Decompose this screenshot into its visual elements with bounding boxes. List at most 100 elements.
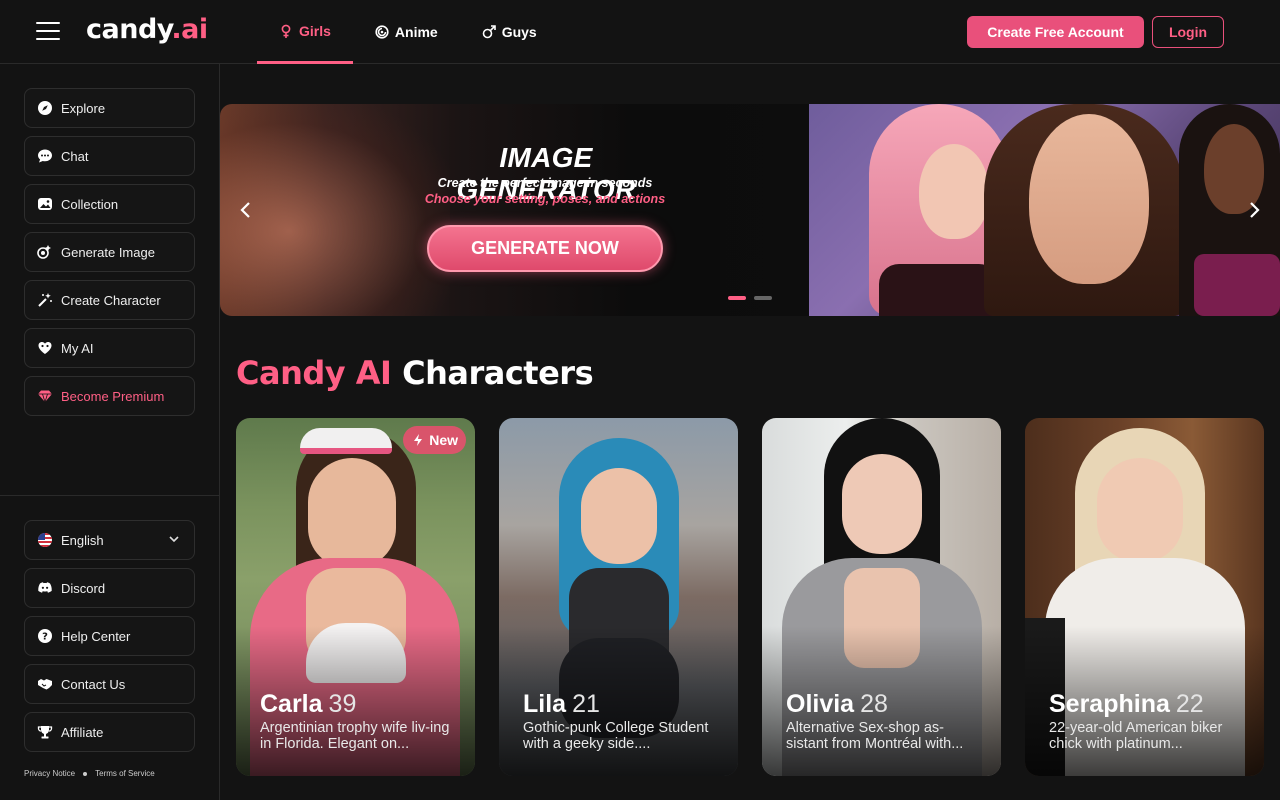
sidebar-item-label: Affiliate — [61, 724, 104, 740]
chevron-left-icon[interactable] — [234, 198, 258, 222]
chat-icon — [37, 148, 53, 164]
character-name-text: Lila — [523, 690, 567, 718]
us-flag-icon — [37, 532, 53, 548]
character-card[interactable]: Seraphina 22 22-year-old American biker c… — [1025, 418, 1264, 776]
sidebar-item-become-premium[interactable]: Become Premium — [24, 376, 195, 416]
character-description: Argentinian trophy wife liv-ing in Flori… — [260, 720, 450, 752]
male-icon — [482, 25, 496, 39]
sidebar-item-label: Become Premium — [61, 388, 165, 404]
banner-figure — [1194, 254, 1280, 316]
banner-subtitle: Create the perfect image in seconds — [437, 176, 653, 190]
chevron-right-icon[interactable] — [1242, 198, 1266, 222]
sidebar-item-label: Contact Us — [61, 676, 126, 692]
sidebar-divider — [0, 495, 219, 496]
character-card[interactable]: New Carla 39 Argentinian trophy wife liv-… — [236, 418, 475, 776]
tab-anime[interactable]: Anime — [353, 0, 460, 64]
top-bar: candy.ai Girls Anime Guys Create Free Ac… — [0, 0, 1280, 64]
sidebar-item-label: Discord — [61, 580, 106, 596]
character-card[interactable]: Lila 21 Gothic-punk College Student with … — [499, 418, 738, 776]
carousel-dot-active[interactable] — [728, 296, 746, 300]
section-title-text: Characters — [402, 354, 594, 392]
handshake-icon — [37, 676, 53, 692]
character-figure — [308, 458, 396, 568]
tab-girls[interactable]: Girls — [257, 0, 353, 64]
language-selector[interactable]: English — [24, 520, 195, 560]
sidebar-item-label: Explore — [61, 100, 106, 116]
sidebar-item-label: My AI — [61, 340, 94, 356]
sidebar-item-label: Create Character — [61, 292, 161, 308]
sidebar-item-generate-image[interactable]: Generate Image — [24, 232, 195, 272]
sidebar: Explore Chat Collection Generate Image C… — [0, 64, 220, 800]
generate-now-button[interactable]: GENERATE NOW — [427, 225, 663, 272]
logo[interactable]: candy.ai — [86, 14, 208, 45]
create-free-account-button[interactable]: Create Free Account — [967, 16, 1144, 48]
character-age: 21 — [572, 690, 600, 718]
character-figure — [300, 428, 392, 454]
sidebar-item-affiliate[interactable]: Affiliate — [24, 712, 195, 752]
login-button[interactable]: Login — [1152, 16, 1224, 48]
character-figure — [842, 454, 922, 554]
character-description: Alternative Sex-shop as-sistant from Mon… — [786, 720, 964, 752]
sidebar-item-label: Generate Image — [61, 244, 155, 260]
logo-accent: .ai — [171, 14, 208, 45]
banner-figure — [919, 144, 989, 239]
footer-links: Privacy Notice Terms of Service — [24, 769, 155, 778]
promo-banner[interactable]: IMAGE GENERATOR Create the perfect image… — [220, 104, 1280, 316]
sidebar-item-contact-us[interactable]: Contact Us — [24, 664, 195, 704]
sidebar-item-my-ai[interactable]: My AI — [24, 328, 195, 368]
sidebar-item-explore[interactable]: Explore — [24, 88, 195, 128]
banner-figure — [879, 264, 999, 316]
sidebar-item-collection[interactable]: Collection — [24, 184, 195, 224]
discord-icon — [37, 580, 53, 596]
sidebar-item-label: Help Center — [61, 628, 131, 644]
trophy-icon — [37, 724, 53, 740]
banner-subtitle-secondary: Choose your setting, poses, and actions — [424, 192, 666, 206]
character-name-text: Carla — [260, 690, 323, 718]
hamburger-menu-icon[interactable] — [36, 22, 60, 42]
tab-label: Anime — [394, 24, 438, 40]
terms-of-service-link[interactable]: Terms of Service — [95, 769, 155, 778]
banner-background — [220, 104, 810, 316]
carousel-dots — [728, 296, 772, 300]
character-card[interactable]: Olivia 28 Alternative Sex-shop as-sistant… — [762, 418, 1001, 776]
section-title-accent: Candy AI — [236, 354, 392, 392]
generate-image-icon — [37, 244, 53, 260]
lightning-icon — [414, 434, 423, 446]
svg-text:?: ? — [42, 632, 48, 643]
tab-label: Girls — [299, 22, 331, 39]
character-name: Olivia 28 — [786, 690, 888, 719]
sidebar-item-discord[interactable]: Discord — [24, 568, 195, 608]
magic-wand-icon — [37, 292, 53, 308]
female-icon — [281, 24, 291, 38]
character-age: 28 — [860, 690, 888, 718]
logo-text: candy — [86, 14, 172, 45]
separator-dot — [83, 771, 88, 776]
character-figure — [1097, 458, 1183, 562]
tab-label: Guys — [501, 24, 537, 40]
heart-mask-icon — [37, 340, 53, 356]
compass-icon — [37, 100, 53, 116]
character-name: Lila 21 — [523, 690, 600, 719]
character-description: 22-year-old American biker chick with pl… — [1049, 720, 1223, 752]
character-description: Gothic-punk College Student with a geeky… — [523, 720, 709, 752]
anime-icon — [375, 25, 389, 39]
character-figure — [581, 468, 657, 564]
section-title: Candy AI Characters — [236, 354, 594, 392]
banner-figure — [1029, 114, 1149, 284]
character-name: Seraphina 22 — [1049, 690, 1204, 719]
banner-image — [809, 104, 1280, 316]
badge-label: New — [429, 432, 458, 448]
gallery-icon — [37, 196, 53, 212]
help-icon: ? — [37, 628, 53, 644]
new-badge: New — [403, 426, 466, 454]
chevron-down-icon — [169, 536, 179, 543]
character-age: 39 — [328, 690, 357, 718]
sidebar-item-label: English — [61, 532, 104, 548]
sidebar-item-chat[interactable]: Chat — [24, 136, 195, 176]
privacy-notice-link[interactable]: Privacy Notice — [24, 769, 75, 778]
carousel-dot[interactable] — [754, 296, 772, 300]
tab-guys[interactable]: Guys — [460, 0, 559, 64]
character-name-text: Olivia — [786, 690, 855, 718]
sidebar-item-create-character[interactable]: Create Character — [24, 280, 195, 320]
sidebar-item-help-center[interactable]: ? Help Center — [24, 616, 195, 656]
